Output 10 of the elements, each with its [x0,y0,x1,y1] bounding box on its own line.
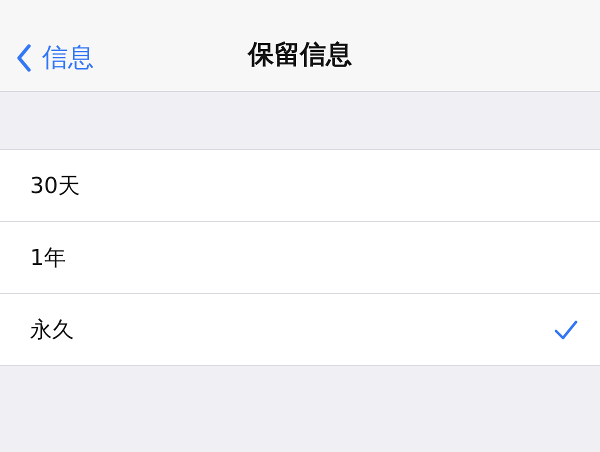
option-row[interactable]: 1年 [0,222,600,294]
checkmark-icon [554,320,578,340]
option-label: 1年 [30,244,66,272]
option-row[interactable]: 30天 [0,150,600,222]
back-button[interactable]: 信息 [16,40,94,75]
option-label: 永久 [30,316,74,344]
page-title: 保留信息 [248,39,352,72]
option-row[interactable]: 永久 [0,294,600,365]
back-chevron-icon [16,44,32,72]
option-label: 30天 [30,172,80,200]
